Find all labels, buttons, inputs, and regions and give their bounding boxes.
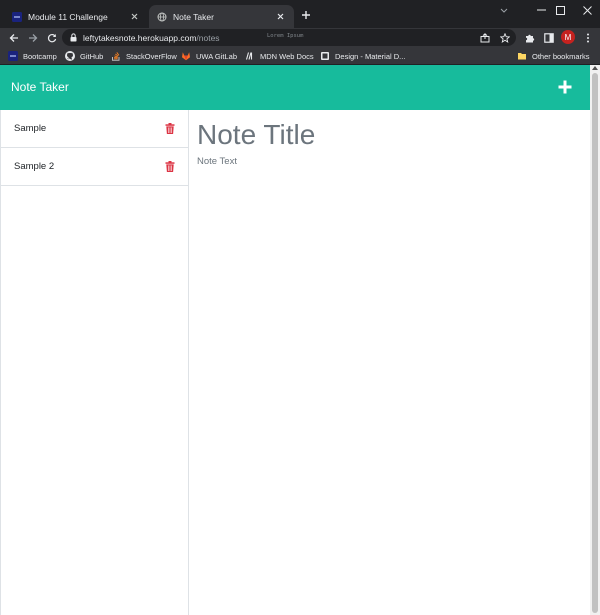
material-design-icon — [320, 51, 330, 61]
back-arrow-icon[interactable] — [6, 30, 21, 45]
page-scrollbar[interactable] — [590, 65, 600, 615]
lock-icon[interactable] — [70, 33, 77, 42]
note-list-item[interactable]: Sample — [1, 110, 188, 148]
note-title-input[interactable] — [197, 117, 577, 153]
side-panel-icon[interactable] — [541, 30, 556, 45]
new-note-plus-icon[interactable] — [556, 78, 574, 96]
bookmark-label: MDN Web Docs — [260, 51, 314, 61]
bookmark-label: Design - Material D... — [335, 51, 406, 61]
tab-search-chevron-icon[interactable] — [484, 0, 524, 20]
forward-arrow-icon[interactable] — [25, 30, 40, 45]
tab-module-11-challenge[interactable]: Module 11 Challenge — [4, 5, 148, 28]
note-list: Sample Sample 2 — [0, 110, 189, 615]
delete-trash-icon[interactable] — [164, 161, 176, 173]
bookmark-label: GitHub — [80, 51, 104, 61]
delete-trash-icon[interactable] — [164, 123, 176, 135]
github-icon — [65, 51, 75, 61]
bootcamp-logo-icon — [12, 11, 22, 22]
scroll-up-arrow-icon[interactable] — [592, 66, 598, 70]
note-list-item-title[interactable]: Sample — [14, 123, 46, 134]
bookmark-label: Other bookmarks — [532, 51, 590, 61]
close-tab-icon[interactable] — [274, 11, 286, 23]
bookmark-other-bookmarks[interactable]: Other bookmarks — [517, 50, 590, 62]
scrollbar-thumb[interactable] — [592, 73, 598, 613]
gitlab-icon — [181, 51, 191, 61]
bookmark-mdn-web-docs[interactable]: MDN Web Docs — [245, 50, 314, 62]
tab-title: Module 11 Challenge — [28, 11, 108, 22]
bookmark-label: Bootcamp — [23, 51, 57, 61]
share-icon[interactable] — [478, 31, 491, 44]
bookmark-github[interactable]: GitHub — [65, 50, 103, 62]
folder-icon — [517, 51, 527, 61]
tab-title: Note Taker — [173, 11, 214, 22]
mdn-icon — [245, 51, 255, 61]
note-taker-app: Note Taker Sample Sample 2 — [0, 65, 590, 615]
profile-avatar[interactable]: M — [561, 30, 575, 44]
url-host: leftytakesnote.herokuapp.com — [83, 32, 197, 43]
stackoverflow-icon — [111, 51, 121, 61]
bookmark-uwa-gitlab[interactable]: UWA GitLab — [181, 50, 237, 62]
note-text-input[interactable] — [197, 156, 577, 596]
bookmark-bootcamp[interactable]: Bootcamp — [8, 50, 57, 62]
bookmark-star-icon[interactable] — [498, 31, 511, 44]
bootcamp-logo-icon — [8, 51, 18, 61]
omnibox-extension-text: Lorem Ipsum — [267, 33, 304, 39]
close-window-button[interactable] — [567, 0, 600, 20]
browser-toolbar: leftytakesnote.herokuapp.com/notes Lorem… — [0, 28, 600, 47]
bookmark-stackoverflow[interactable]: StackOverFlow — [111, 50, 177, 62]
bookmarks-bar: Bootcamp GitHub StackOverFlow UWA GitLab… — [0, 47, 600, 65]
browser-menu-kebab-icon[interactable] — [580, 30, 595, 45]
note-list-item[interactable]: Sample 2 — [1, 148, 188, 186]
app-navbar: Note Taker — [0, 65, 590, 110]
reload-icon[interactable] — [44, 30, 59, 45]
address-bar[interactable]: leftytakesnote.herokuapp.com/notes Lorem… — [62, 29, 516, 46]
app-brand[interactable]: Note Taker — [11, 80, 69, 94]
globe-icon — [157, 12, 167, 22]
browser-tab-strip: Module 11 Challenge Note Taker — [0, 0, 600, 28]
new-tab-button[interactable] — [299, 8, 313, 22]
url-path: /notes — [196, 32, 220, 43]
tab-note-taker[interactable]: Note Taker — [149, 5, 294, 28]
bookmark-label: UWA GitLab — [196, 51, 237, 61]
bookmark-label: StackOverFlow — [126, 51, 177, 61]
note-list-item-title[interactable]: Sample 2 — [14, 161, 54, 172]
extensions-puzzle-icon[interactable] — [522, 30, 537, 45]
note-editor — [189, 110, 590, 615]
close-tab-icon[interactable] — [128, 11, 140, 23]
bookmark-design-material[interactable]: Design - Material D... — [320, 50, 405, 62]
